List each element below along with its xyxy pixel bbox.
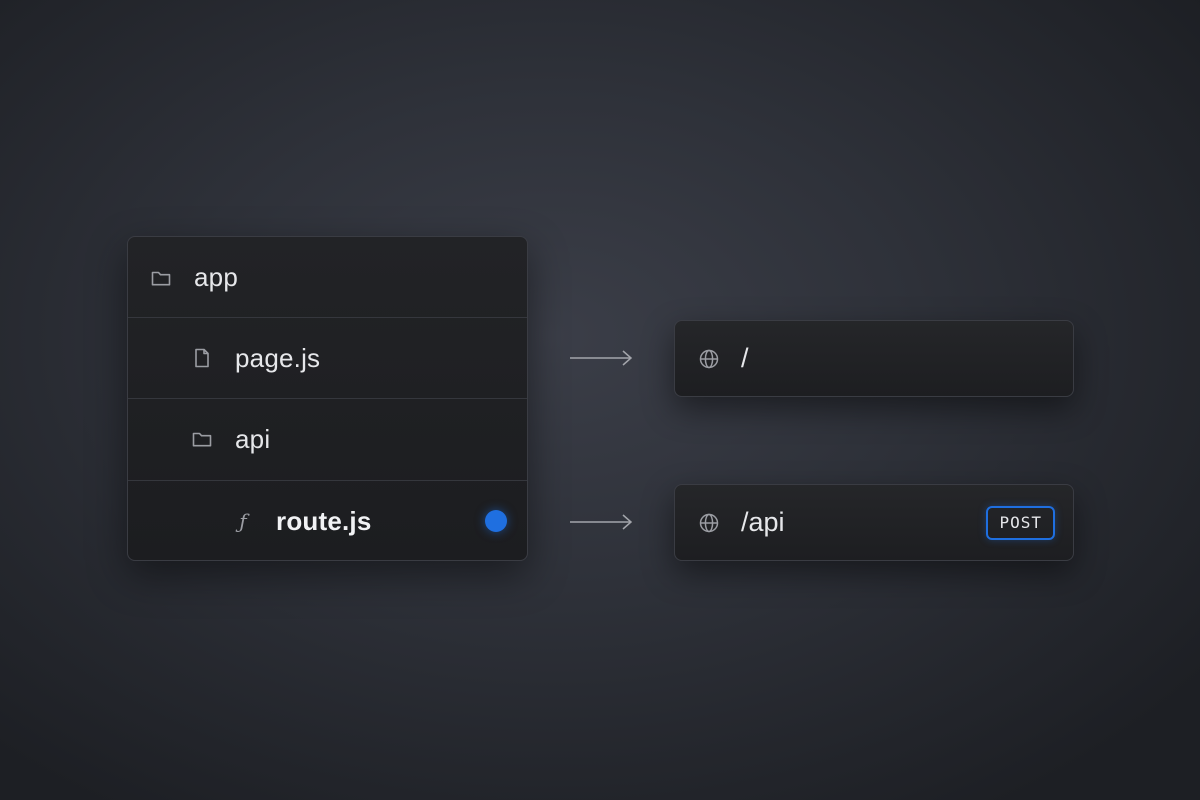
route-path: / (741, 343, 749, 373)
route-card-root[interactable]: / (674, 320, 1074, 397)
tree-item-label: route.js (276, 505, 372, 536)
http-method-badge: POST (986, 505, 1055, 540)
arrow-right-icon (570, 350, 633, 366)
file-tree-panel: app page.js api ƒ route.js (127, 236, 528, 561)
tree-item-route-js[interactable]: ƒ route.js (128, 480, 527, 560)
tree-item-label: api (235, 423, 271, 454)
tree-item-app[interactable]: app (128, 237, 527, 318)
file-icon (191, 347, 213, 369)
globe-icon (698, 512, 720, 534)
route-card-api[interactable]: /api POST (674, 484, 1074, 561)
tree-item-label: page.js (235, 342, 321, 373)
tree-item-page-js[interactable]: page.js (128, 317, 527, 398)
arrow-right-icon (570, 514, 633, 530)
globe-icon (698, 348, 720, 370)
function-icon: ƒ (239, 509, 247, 533)
tree-item-label: app (194, 262, 238, 292)
folder-icon (150, 267, 172, 289)
tree-item-api[interactable]: api (128, 398, 527, 479)
active-indicator-dot (485, 510, 507, 532)
diagram-canvas: app page.js api ƒ route.js / /api POST (0, 0, 1200, 800)
folder-icon (191, 428, 213, 450)
route-path: /api (741, 507, 785, 537)
